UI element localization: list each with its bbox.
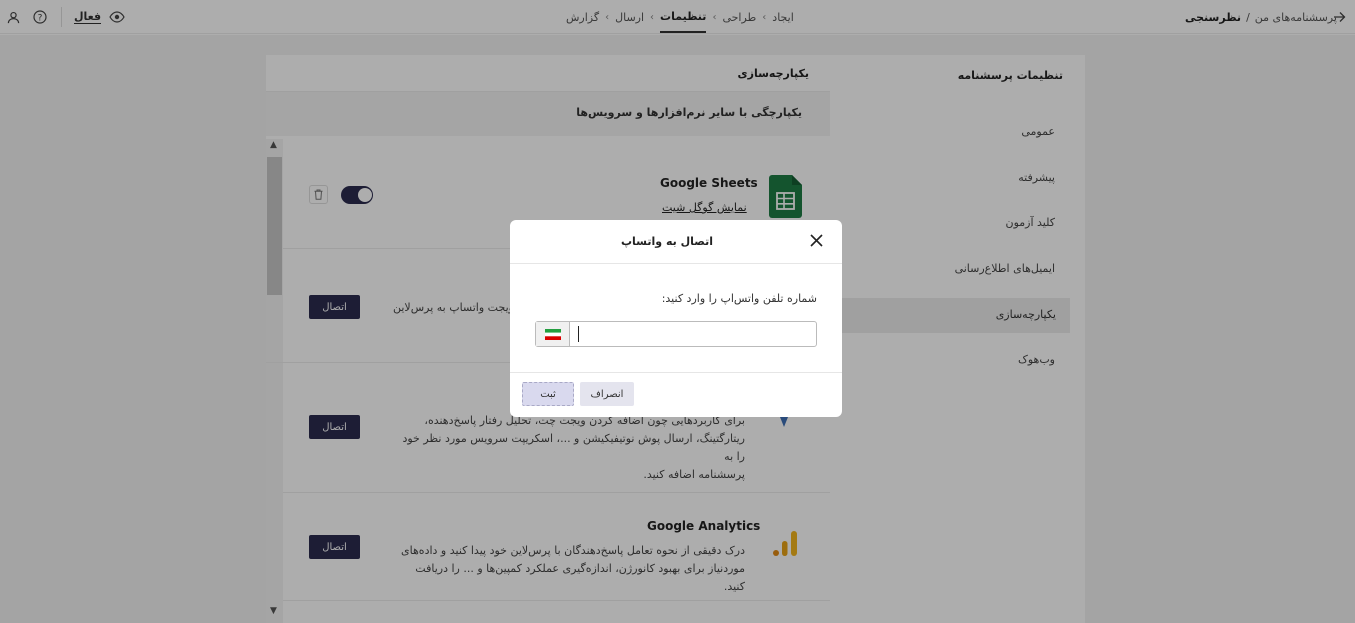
- whatsapp-connect-dialog: اتصال به واتساپ شماره تلفن واتس‌اپ را وا…: [510, 220, 842, 417]
- text-cursor: [578, 326, 579, 342]
- phone-prompt-label: شماره تلفن واتس‌اپ را وارد کنید:: [661, 292, 817, 305]
- country-selector[interactable]: [536, 322, 570, 346]
- phone-number-input[interactable]: [571, 322, 816, 346]
- dialog-title: اتصال به واتساپ: [621, 235, 713, 248]
- divider: [510, 263, 842, 264]
- iran-flag-icon: [544, 328, 561, 340]
- close-icon[interactable]: [810, 234, 823, 250]
- divider: [510, 372, 842, 373]
- phone-input-group: [535, 321, 817, 347]
- submit-button[interactable]: ثبت: [522, 382, 574, 406]
- cancel-button[interactable]: انصراف: [580, 382, 634, 406]
